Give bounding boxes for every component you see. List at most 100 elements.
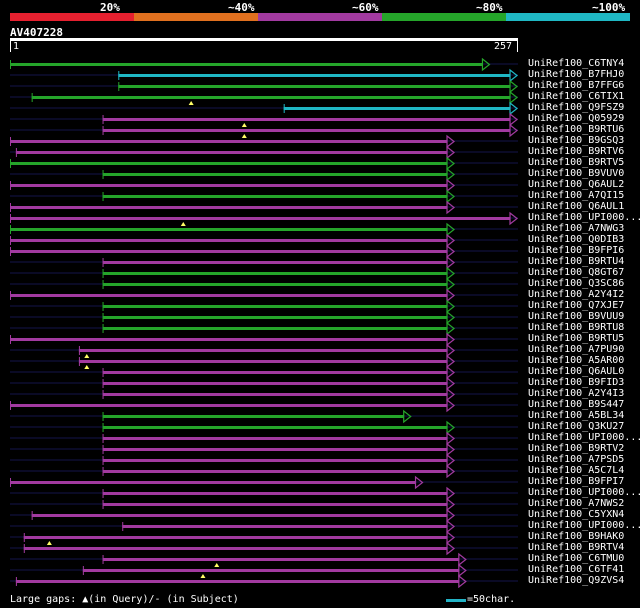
hit-bar[interactable] <box>283 107 511 110</box>
hit-name-link[interactable]: UniRef100_A2Y4I3 <box>528 388 624 399</box>
hit-bar[interactable] <box>23 547 448 550</box>
hit-name-link[interactable]: UniRef100_A7PSD5 <box>528 454 624 465</box>
hit-name-link[interactable]: UniRef100_B9RTU5 <box>528 333 624 344</box>
hit-bar[interactable] <box>102 371 448 374</box>
hit-bar[interactable] <box>102 492 448 495</box>
hit-name-link[interactable]: UniRef100_C6TNY4 <box>528 58 624 69</box>
hit-name-link[interactable]: UniRef100_B9RTV4 <box>528 542 624 553</box>
hit-bar[interactable] <box>102 129 511 132</box>
hit-bar[interactable] <box>10 228 448 231</box>
hit-name-link[interactable]: UniRef100_B9S447 <box>528 399 624 410</box>
hit-bar[interactable] <box>102 195 448 198</box>
hit-name-link[interactable]: UniRef100_B9RTU4 <box>528 256 624 267</box>
hit-name-link[interactable]: UniRef100_B9RTV5 <box>528 157 624 168</box>
hit-name-link[interactable]: UniRef100_Q6AUL0 <box>528 366 624 377</box>
hit-start-tick <box>10 401 11 410</box>
hit-bar[interactable] <box>102 316 448 319</box>
hit-bar[interactable] <box>10 239 448 242</box>
hit-bar[interactable] <box>10 63 483 66</box>
hit-bar[interactable] <box>102 272 448 275</box>
hit-bar[interactable] <box>102 173 448 176</box>
hit-bar[interactable] <box>10 481 416 484</box>
hit-bar[interactable] <box>102 448 448 451</box>
hit-bar[interactable] <box>82 569 459 572</box>
hit-name-link[interactable]: UniRef100_C5YXN4 <box>528 509 624 520</box>
hit-bar[interactable] <box>102 437 448 440</box>
hit-bar[interactable] <box>118 74 511 77</box>
hit-name-link[interactable]: UniRef100_Q9ZVS4 <box>528 575 624 586</box>
hit-bar[interactable] <box>102 118 511 121</box>
hit-bar[interactable] <box>122 525 448 528</box>
hit-name-link[interactable]: UniRef100_A5C7L4 <box>528 465 624 476</box>
hit-bar[interactable] <box>23 536 448 539</box>
hit-name-link[interactable]: UniRef100_C6TMU0 <box>528 553 624 564</box>
hit-name-link[interactable]: UniRef100_UPI000... <box>528 520 640 531</box>
hit-bar[interactable] <box>10 184 448 187</box>
hit-name-link[interactable]: UniRef100_A7PU90 <box>528 344 624 355</box>
hit-name-link[interactable]: UniRef100_B9FPI7 <box>528 476 624 487</box>
hit-start-tick <box>78 346 80 355</box>
hit-start-tick <box>102 445 104 454</box>
hit-bar[interactable] <box>102 470 448 473</box>
hit-name-link[interactable]: UniRef100_A7QI15 <box>528 190 624 201</box>
hit-bar[interactable] <box>102 503 448 506</box>
hit-bar[interactable] <box>10 140 448 143</box>
hit-name-link[interactable]: UniRef100_B9RTU6 <box>528 124 624 135</box>
hit-bar[interactable] <box>10 217 511 220</box>
hit-name-link[interactable]: UniRef100_A5AR00 <box>528 355 624 366</box>
hit-bar[interactable] <box>102 459 448 462</box>
hit-name-link[interactable]: UniRef100_A5BL34 <box>528 410 624 421</box>
hit-name-link[interactable]: UniRef100_B9FPI6 <box>528 245 624 256</box>
hit-name-link[interactable]: UniRef100_A7NWG3 <box>528 223 624 234</box>
hit-bar[interactable] <box>102 327 448 330</box>
hit-bar[interactable] <box>78 360 448 363</box>
hit-name-link[interactable]: UniRef100_B9FID3 <box>528 377 624 388</box>
hit-name-link[interactable]: UniRef100_Q6AUL2 <box>528 179 624 190</box>
hit-bar[interactable] <box>10 162 448 165</box>
hit-name-link[interactable]: UniRef100_B9VUU9 <box>528 311 624 322</box>
hit-name-link[interactable]: UniRef100_A2Y4I2 <box>528 289 624 300</box>
hit-bar[interactable] <box>10 206 448 209</box>
hit-name-link[interactable]: UniRef100_UPI000... <box>528 432 640 443</box>
hit-bar[interactable] <box>102 261 448 264</box>
hit-name-link[interactable]: UniRef100_C6TF41 <box>528 564 624 575</box>
hit-name-link[interactable]: UniRef100_UPI000... <box>528 487 640 498</box>
hit-bar[interactable] <box>102 558 459 561</box>
hit-bar[interactable] <box>31 96 511 99</box>
hit-bar[interactable] <box>10 404 448 407</box>
hit-bar[interactable] <box>102 305 448 308</box>
hit-bar[interactable] <box>102 426 448 429</box>
hit-name-link[interactable]: UniRef100_B9GSQ3 <box>528 135 624 146</box>
hit-bar[interactable] <box>10 294 448 297</box>
hit-bar[interactable] <box>10 250 448 253</box>
hit-name-link[interactable]: UniRef100_B9RTV2 <box>528 443 624 454</box>
hit-bar[interactable] <box>10 338 448 341</box>
hit-bar[interactable] <box>15 580 459 583</box>
hit-name-link[interactable]: UniRef100_Q8GT67 <box>528 267 624 278</box>
hit-name-link[interactable]: UniRef100_B9VUV0 <box>528 168 624 179</box>
hit-name-link[interactable]: UniRef100_UPI000... <box>528 212 640 223</box>
hit-bar[interactable] <box>31 514 448 517</box>
hit-name-link[interactable]: UniRef100_B7FHJ0 <box>528 69 624 80</box>
hit-name-link[interactable]: UniRef100_Q6AUL1 <box>528 201 624 212</box>
hit-name-link[interactable]: UniRef100_Q3SC86 <box>528 278 624 289</box>
hit-name-link[interactable]: UniRef100_Q3KU27 <box>528 421 624 432</box>
hit-bar[interactable] <box>78 349 448 352</box>
hit-bar[interactable] <box>102 382 448 385</box>
hit-bar[interactable] <box>102 415 404 418</box>
hit-name-link[interactable]: UniRef100_B9RTV6 <box>528 146 624 157</box>
hit-bar[interactable] <box>102 393 448 396</box>
hit-bar[interactable] <box>118 85 511 88</box>
hit-name-link[interactable]: UniRef100_B9HAK0 <box>528 531 624 542</box>
hit-name-link[interactable]: UniRef100_Q9FSZ9 <box>528 102 624 113</box>
hit-name-link[interactable]: UniRef100_B9RTU8 <box>528 322 624 333</box>
hit-name-link[interactable]: UniRef100_A7NWS2 <box>528 498 624 509</box>
hit-name-link[interactable]: UniRef100_B7FFG6 <box>528 80 624 91</box>
hit-bar[interactable] <box>15 151 448 154</box>
hit-bar[interactable] <box>102 283 448 286</box>
hit-start-tick <box>102 115 104 124</box>
hit-name-link[interactable]: UniRef100_Q7XJE7 <box>528 300 624 311</box>
hit-name-link[interactable]: UniRef100_C6TIX1 <box>528 91 624 102</box>
hit-name-link[interactable]: UniRef100_Q05929 <box>528 113 624 124</box>
hit-name-link[interactable]: UniRef100_Q0DIB3 <box>528 234 624 245</box>
